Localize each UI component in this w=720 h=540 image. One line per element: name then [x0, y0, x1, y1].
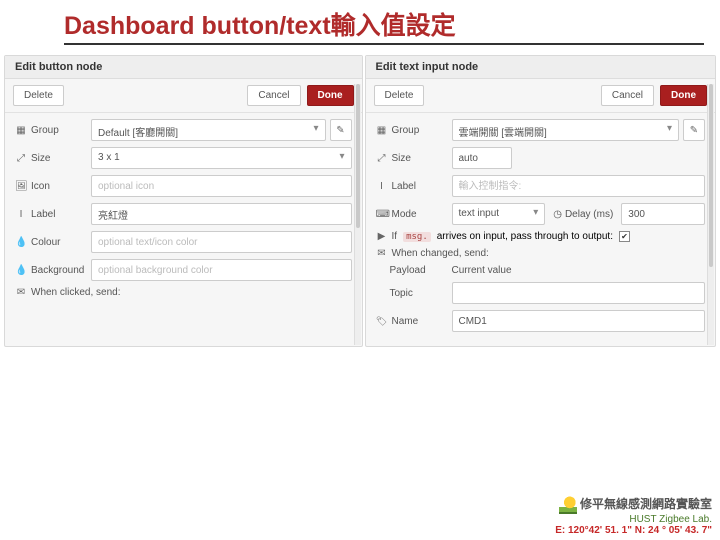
payload-value: Current value [452, 265, 706, 276]
drop-icon: 💧 [15, 237, 27, 248]
toolbar-right: Delete Cancel Done [366, 79, 716, 113]
label-label: Label [31, 209, 55, 220]
panel-header-left: Edit button node [5, 56, 362, 79]
name-input[interactable] [452, 310, 706, 332]
lab-subtitle: HUST Zigbee Lab. [555, 514, 712, 525]
group-select[interactable]: Default [客廳開關] [91, 119, 326, 141]
image-icon: 🖼 [15, 181, 27, 192]
lab-logo-icon [559, 496, 577, 514]
lab-coordinates: E: 120°42' 51. 1" N: 24 ° 05' 43. 7" [555, 525, 712, 536]
text-input-node-panel: Edit text input node Delete Cancel Done … [365, 55, 717, 347]
lab-name: 修平無線感測網路實驗室 [580, 497, 712, 511]
delay-input[interactable] [621, 203, 705, 225]
msg-pill: msg. [403, 232, 431, 242]
scrollbar-left[interactable] [354, 84, 361, 345]
passthrough-text: arrives on input, pass through to output… [437, 231, 613, 242]
when-clicked-label: When clicked, send: [31, 287, 121, 298]
background-input[interactable] [91, 259, 352, 281]
cancel-button[interactable]: Cancel [601, 85, 654, 106]
group-label: Group [31, 125, 59, 136]
passthrough-checkbox[interactable]: ✔ [619, 231, 630, 242]
name-label: Name [392, 316, 419, 327]
delete-button[interactable]: Delete [13, 85, 64, 106]
colour-label: Colour [31, 237, 60, 248]
grid-icon: ▦ [376, 125, 388, 136]
edit-group-button[interactable]: ✎ [683, 119, 705, 141]
topic-input[interactable] [452, 282, 706, 304]
payload-label: Payload [390, 265, 446, 276]
delete-button[interactable]: Delete [374, 85, 425, 106]
tag-icon [376, 316, 388, 327]
label-label: Label [392, 181, 416, 192]
colour-input[interactable] [91, 231, 352, 253]
slide-title: Dashboard button/text輸入值設定 [64, 6, 704, 45]
icon-label: Icon [31, 181, 50, 192]
size-input[interactable] [452, 147, 512, 169]
mode-label: Mode [392, 209, 417, 220]
toolbar-left: Delete Cancel Done [5, 79, 362, 113]
when-changed-label: When changed, send: [392, 248, 489, 259]
done-button[interactable]: Done [660, 85, 707, 106]
if-label: If [392, 231, 398, 242]
group-select[interactable]: 雲端開關 [雲端開關] [452, 119, 680, 141]
mail-icon [15, 287, 27, 298]
size-select[interactable]: 3 x 1 [91, 147, 352, 169]
label-input[interactable] [91, 203, 352, 225]
scrollbar-right[interactable] [707, 84, 714, 345]
cancel-button[interactable]: Cancel [247, 85, 300, 106]
panels-container: Edit button node Delete Cancel Done ▦ Gro… [0, 55, 720, 347]
arrow-icon: ▶ [376, 231, 388, 242]
footer: 修平無線感測網路實驗室 HUST Zigbee Lab. E: 120°42' … [555, 495, 712, 536]
done-button[interactable]: Done [307, 85, 354, 106]
cursor-icon: I [15, 209, 27, 220]
topic-label: Topic [390, 288, 446, 299]
background-label: Background [31, 265, 84, 276]
cursor-icon: I [376, 181, 388, 192]
panel-header-right: Edit text input node [366, 56, 716, 79]
icon-input[interactable] [91, 175, 352, 197]
pencil-icon: ✎ [690, 125, 698, 136]
keyboard-icon: ⌨ [376, 209, 388, 220]
group-label: Group [392, 125, 420, 136]
clock-icon: ◷ [553, 209, 562, 220]
drop-icon: 💧 [15, 265, 27, 276]
label-input[interactable] [452, 175, 706, 197]
grid-icon: ▦ [15, 125, 27, 136]
delay-label: Delay (ms) [565, 209, 613, 220]
size-icon: ⤢ [15, 153, 27, 164]
size-label: Size [31, 153, 50, 164]
button-node-panel: Edit button node Delete Cancel Done ▦ Gro… [4, 55, 363, 347]
size-label: Size [392, 153, 411, 164]
pencil-icon: ✎ [336, 125, 344, 136]
edit-group-button[interactable]: ✎ [330, 119, 352, 141]
size-icon: ⤢ [376, 153, 388, 164]
mail-icon [376, 248, 388, 259]
mode-select[interactable]: text input [452, 203, 546, 225]
